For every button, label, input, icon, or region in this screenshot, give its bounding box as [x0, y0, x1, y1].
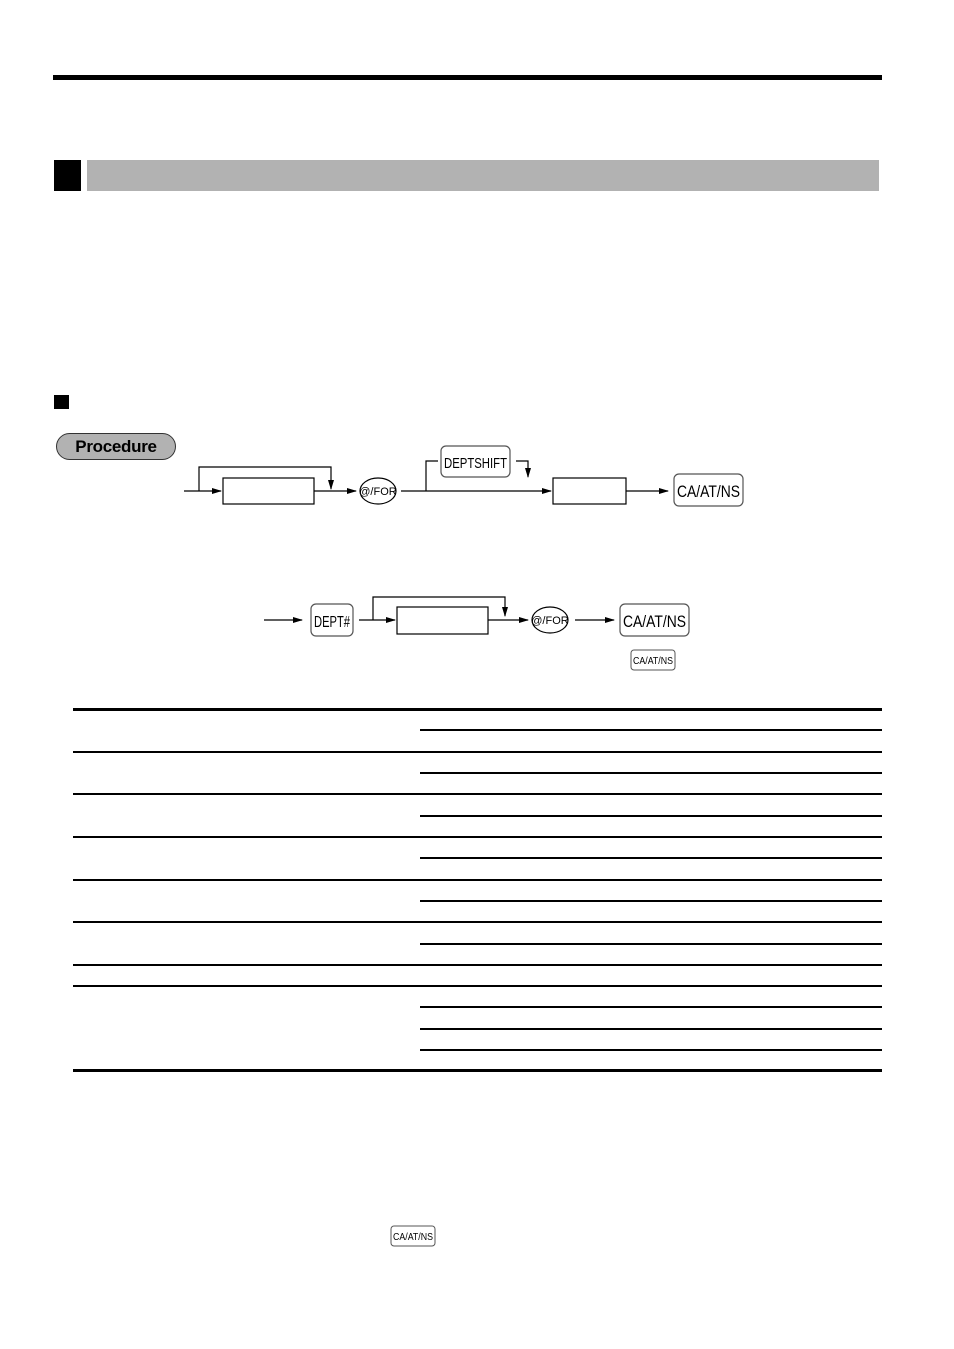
deptshift-key-label: DEPTSHIFT [444, 455, 507, 472]
ca-at-ns-key-small-label: CA/AT/NS [633, 656, 673, 667]
for-key-label: @/FOR [359, 486, 396, 498]
numeric-entry-box [396, 606, 489, 635]
diagram-1: @/FOR DEPTSHIFT CA/AT/NS [184, 445, 744, 507]
for-key-label: @/FOR [531, 615, 568, 627]
dept-key: DEPT# [310, 603, 354, 637]
ca-at-ns-key: CA/AT/NS [619, 603, 690, 637]
ca-at-ns-key-label: CA/AT/NS [623, 612, 686, 631]
diagram-2: DEPT# @/FOR CA/AT/NS CA/AT/NS [264, 596, 690, 671]
for-key: @/FOR [359, 477, 397, 505]
deptshift-key: DEPTSHIFT [440, 445, 511, 478]
optional-branch-arrow [516, 460, 531, 478]
dept-key-label: DEPT# [314, 614, 350, 631]
footer-ca-at-ns-key-label: CA/AT/NS [393, 1232, 433, 1243]
ca-at-ns-key-label: CA/AT/NS [677, 482, 740, 501]
numeric-entry-box [552, 477, 627, 505]
key-sequence-diagrams: @/FOR DEPTSHIFT CA/AT/NS DEPT# @/FOR CA/… [184, 445, 744, 1247]
optional-branch-line [425, 460, 438, 491]
numeric-entry-box [222, 477, 315, 505]
footer-ca-at-ns-key: CA/AT/NS [390, 1225, 436, 1247]
for-key: @/FOR [531, 606, 569, 634]
ca-at-ns-key-small: CA/AT/NS [630, 649, 676, 671]
ca-at-ns-key: CA/AT/NS [673, 473, 744, 507]
